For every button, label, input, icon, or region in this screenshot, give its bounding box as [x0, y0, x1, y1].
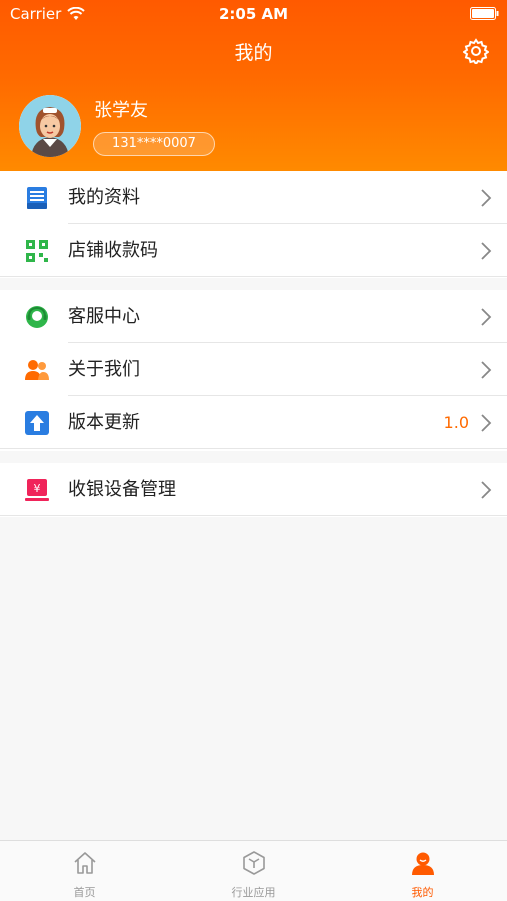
qr-code-icon: [26, 240, 48, 262]
tab-label: 我的: [411, 886, 434, 899]
menu-group-account: 我的资料 店铺收款码: [0, 171, 507, 278]
menu-item-my-profile[interactable]: 我的资料: [0, 171, 507, 224]
tab-industry-apps[interactable]: 行业应用: [169, 841, 338, 901]
divider: [0, 448, 507, 449]
avatar-illustration: [19, 95, 81, 157]
tab-bar: 首页 行业应用 我的: [0, 840, 507, 901]
menu-label: 关于我们: [68, 359, 140, 380]
svg-text:¥: ¥: [34, 482, 41, 495]
menu-label: 收银设备管理: [68, 479, 176, 500]
people-icon: [25, 360, 49, 380]
menu-item-cashier-devices[interactable]: ¥ 收银设备管理: [0, 463, 507, 516]
home-icon: [74, 852, 96, 874]
phone-badge: 131****0007: [93, 132, 215, 156]
chevron-right-icon: [481, 414, 492, 432]
profile-card-icon: [27, 187, 47, 209]
chevron-right-icon: [481, 361, 492, 379]
avatar[interactable]: [19, 95, 81, 157]
menu-label: 客服中心: [68, 306, 140, 327]
battery-icon: [470, 7, 499, 20]
menu-item-store-qr[interactable]: 店铺收款码: [0, 224, 507, 277]
tab-mine[interactable]: 我的: [338, 841, 507, 901]
menu-item-about-us[interactable]: 关于我们: [0, 343, 507, 396]
status-bar: Carrier 2:05 AM: [0, 0, 507, 28]
chevron-right-icon: [481, 189, 492, 207]
menu-label: 版本更新: [68, 412, 140, 433]
version-value: 1.0: [443, 413, 469, 432]
chevron-right-icon: [481, 242, 492, 260]
divider: [0, 276, 507, 277]
status-time: 2:05 AM: [218, 5, 289, 23]
menu-label: 我的资料: [68, 187, 140, 208]
profile-header: Carrier 2:05 AM 我的 张学友 131****0007: [0, 0, 507, 171]
page-title: 我的: [234, 42, 273, 64]
gear-icon[interactable]: [463, 38, 489, 64]
menu-label: 店铺收款码: [68, 240, 158, 261]
menu-item-customer-service[interactable]: 客服中心: [0, 290, 507, 343]
tab-home[interactable]: 首页: [0, 841, 169, 901]
chevron-right-icon: [481, 308, 492, 326]
user-icon: [412, 852, 434, 875]
upload-arrow-icon: [25, 411, 49, 435]
customer-service-icon: [26, 306, 48, 328]
divider: [0, 515, 507, 516]
menu-group-devices: ¥ 收银设备管理: [0, 463, 507, 517]
chevron-right-icon: [481, 481, 492, 499]
tab-label: 首页: [73, 886, 96, 899]
user-name: 张学友: [94, 100, 148, 121]
cube-icon: [243, 851, 265, 875]
cash-register-icon: ¥: [25, 479, 49, 501]
tab-label: 行业应用: [231, 886, 276, 899]
menu-item-version-update[interactable]: 版本更新 1.0: [0, 396, 507, 449]
menu-group-support: 客服中心 关于我们 版本更新 1.0: [0, 290, 507, 451]
